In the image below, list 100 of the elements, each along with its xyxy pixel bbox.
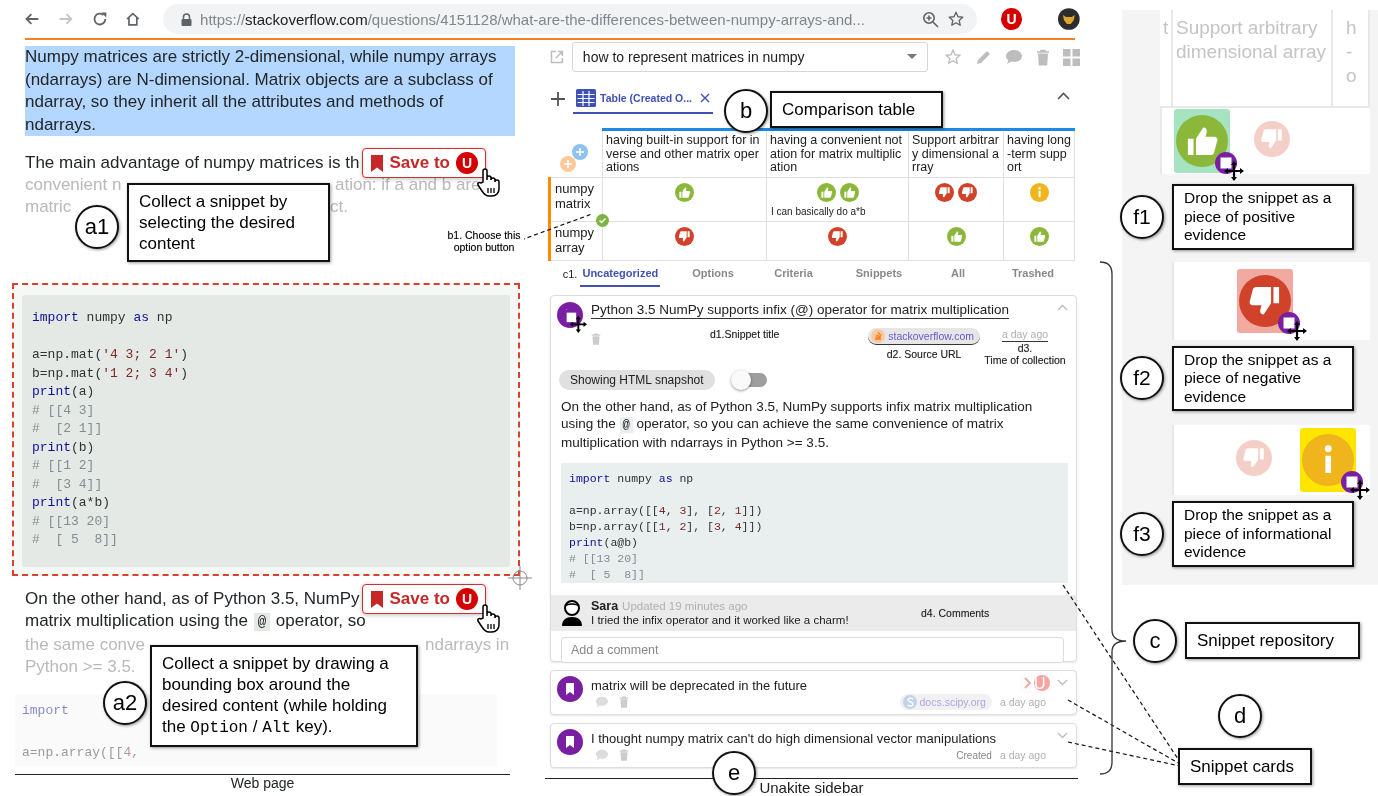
thumbs-down-icon [828, 226, 847, 246]
category-tab[interactable]: Criteria [772, 260, 815, 287]
code-line: a=np.array([[4, [22, 744, 140, 762]
home-icon[interactable] [125, 11, 142, 27]
step-marker: a2 [103, 681, 147, 725]
selected-paragraph: Numpy matrices are strictly 2-dimensional, while numpy arrays (ndarrays) are N-dimensional. Matrix objects are a subclass of ndarray, so they inherit all the attributes and methods of ndarrays. [25, 46, 515, 136]
cell-note: I can basically do a*b [770, 205, 867, 219]
crosshair-icon [508, 566, 532, 590]
thumbs-down-icon [935, 183, 954, 202]
code-line: # [3 4]] [32, 475, 103, 494]
code-line: b=np.mat('1 2; 3 4') [32, 364, 189, 383]
toggle-switch[interactable] [734, 372, 767, 387]
wave-circle-icon [902, 695, 917, 709]
thumbs-up-icon [946, 226, 966, 246]
pencil-icon[interactable] [975, 48, 992, 66]
comment-icon[interactable] [1005, 49, 1023, 65]
timestamp: a day ago [999, 696, 1046, 708]
comment-header: Sara Updated 19 minutes ago [591, 598, 749, 613]
plus-icon[interactable] [551, 92, 565, 106]
comment-icon[interactable] [595, 696, 609, 708]
annotation-label: d4. Comments [921, 606, 990, 619]
comment-text: I tried the infix operator and it worked like a charm! [591, 612, 849, 627]
trash-icon[interactable] [1036, 48, 1050, 66]
task-dropdown[interactable]: how to represent matrices in numpy [571, 42, 928, 72]
code-line: import numpy as np [32, 309, 173, 327]
bookmark-icon [369, 153, 384, 173]
snapshot-label: Showing HTML snapshot [559, 369, 715, 390]
code-line: a=np.array([[4, 3], [2, 1]]) [569, 502, 763, 519]
faded-text: convenient n [25, 175, 122, 194]
step-marker: d [1218, 694, 1262, 738]
annotation-label: c1. [562, 267, 578, 280]
comment-field[interactable]: Add a comment [561, 636, 1064, 663]
thumbs-up-icon [1029, 226, 1049, 246]
snippet-title: I thought numpy matrix can't do high dimensional vector manipulations [591, 729, 996, 747]
extension-icon[interactable] [1058, 8, 1080, 30]
annotation-label: d1.Snippet title [708, 327, 781, 340]
check-icon[interactable] [596, 213, 609, 227]
back-icon[interactable] [24, 11, 40, 27]
category-tab[interactable]: Uncategorized [580, 260, 661, 287]
address-bar[interactable]: https://stackoverflow.com/questions/4151128/what-are-the-differences-between-numpy-arrays-and... [163, 4, 977, 34]
paragraph-text: On the other hand, as of Python 3.5, NumPy [25, 588, 360, 610]
table-icon [576, 89, 596, 107]
column-header: h [1346, 16, 1358, 40]
star-icon[interactable] [944, 48, 962, 66]
faded-text: ndarrays in [425, 634, 510, 656]
thumbs-up-icon [675, 183, 694, 202]
extension-badge[interactable]: U [1000, 8, 1023, 30]
snippet-card[interactable] [550, 294, 1077, 662]
unakite-badge: U [456, 152, 478, 174]
info-icon [1302, 434, 1354, 486]
forward-icon[interactable] [57, 11, 74, 27]
code-line: # [ 5 8]] [32, 531, 118, 549]
code-line: import numpy as np [569, 470, 694, 487]
step-marker: b [724, 89, 768, 133]
code-line: a=np.mat('4 3; 2 1') [32, 346, 189, 364]
source-link[interactable]: stackoverflow.com [868, 327, 980, 345]
code-line: print(a@b) [569, 534, 639, 551]
trash-icon[interactable] [619, 696, 629, 708]
trash-icon[interactable] [591, 332, 601, 345]
reload-icon[interactable] [91, 11, 108, 27]
category-tab[interactable]: All [948, 260, 968, 287]
lock-icon [181, 12, 193, 26]
caption: Web page [230, 775, 295, 791]
annotation-label: d2. Source URL [886, 347, 962, 360]
close-icon[interactable] [700, 93, 710, 103]
open-external-icon[interactable] [550, 50, 564, 64]
created-label: Created [956, 749, 992, 761]
category-tab[interactable]: Options [690, 260, 736, 287]
star-icon[interactable] [946, 10, 965, 28]
timestamp: a day ago [1001, 327, 1049, 342]
trash-icon[interactable] [619, 749, 629, 761]
bookmark-icon [557, 675, 583, 702]
expand-icon[interactable] [1057, 678, 1068, 686]
column-header: o [1346, 64, 1358, 88]
snippet-card[interactable]: matrix will be deprecated in the future U docs.scipy.org a day ago [550, 669, 1077, 715]
paragraph-text: The main advantage of numpy matrices is th [25, 152, 360, 174]
annotation-label: d3. [1017, 341, 1033, 354]
caption: Unakite sidebar [759, 779, 864, 796]
zoom-icon[interactable] [921, 10, 939, 28]
snippet-card[interactable]: I thought numpy matrix can't do high dimensional vector manipulations Created a day ago [550, 722, 1077, 768]
grid-icon[interactable] [1063, 48, 1080, 66]
expand-icon[interactable] [1057, 731, 1068, 739]
hand-cursor-icon [475, 603, 501, 633]
plus-circle-icon[interactable] [571, 143, 588, 160]
code-line: # [[13 20] [569, 550, 638, 567]
comment-icon[interactable] [595, 749, 609, 761]
code-line: import [22, 702, 69, 720]
category-tab[interactable]: Snippets [853, 260, 905, 287]
plus-circle-icon[interactable] [559, 155, 576, 172]
table-tab[interactable]: Table (Created O... [573, 84, 713, 114]
thumbs-down-icon [1239, 274, 1291, 327]
thumbs-down-icon [958, 183, 977, 202]
category-tab[interactable]: Trashed [1009, 260, 1057, 287]
caret-icon [907, 54, 917, 60]
stack-icon [871, 328, 886, 343]
step-marker: f3 [1120, 511, 1164, 556]
thumbs-up-icon [1176, 115, 1228, 167]
column-header: having long-term support [1003, 129, 1075, 178]
collapse-icon[interactable] [1057, 92, 1070, 100]
callout-note: Comparison table [770, 91, 943, 128]
